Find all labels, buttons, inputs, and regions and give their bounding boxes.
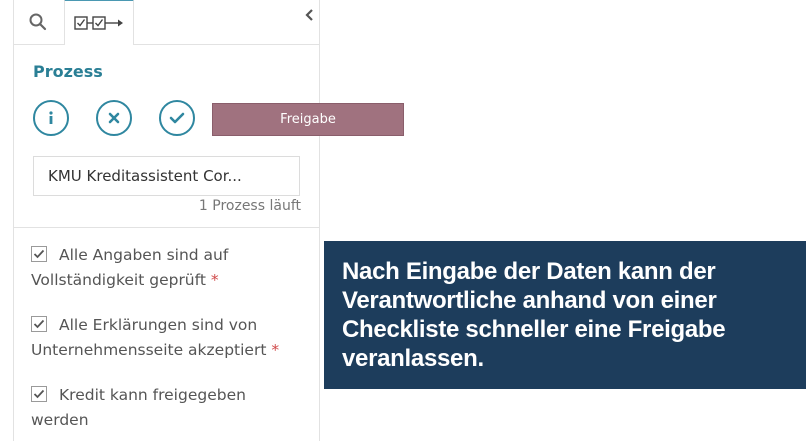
- checkmark-icon: [33, 389, 45, 399]
- checkmark-icon: [33, 319, 45, 329]
- checkbox[interactable]: [31, 316, 47, 332]
- checklist-item[interactable]: Alle Erklärungen sind von Unternehmensse…: [31, 313, 316, 363]
- checklist-label: Vollständigkeit geprüft: [31, 271, 206, 289]
- checkmark-icon: [33, 249, 45, 259]
- checklist-item[interactable]: Kredit kann freigegeben werden: [31, 383, 316, 433]
- checklist-label: Alle Angaben sind auf: [59, 246, 229, 264]
- checklist-label: werden: [31, 411, 89, 429]
- sidebar-tabbar: [14, 0, 319, 45]
- checklist-label: Unternehmensseite akzeptiert: [31, 341, 267, 359]
- check-icon: [169, 112, 185, 124]
- required-marker: *: [210, 271, 219, 289]
- chevron-left-icon: [305, 9, 313, 21]
- checkbox[interactable]: [31, 386, 47, 402]
- tab-process[interactable]: [64, 0, 134, 45]
- checkbox[interactable]: [31, 246, 47, 262]
- divider: [14, 227, 319, 228]
- process-checklist-icon: [74, 16, 123, 30]
- cancel-button[interactable]: [96, 100, 132, 136]
- section-title: Prozess: [33, 62, 103, 81]
- process-select[interactable]: KMU Kreditassistent Cor...: [33, 156, 300, 196]
- status-badge: Freigabe: [212, 103, 404, 136]
- tab-search[interactable]: [14, 0, 62, 44]
- confirm-button[interactable]: [159, 100, 195, 136]
- process-count: 1 Prozess läuft: [198, 198, 301, 214]
- required-marker: *: [271, 341, 280, 359]
- checklist-label: Alle Erklärungen sind von: [59, 316, 258, 334]
- search-icon: [29, 13, 47, 31]
- callout-box: Nach Eingabe der Daten kann der Verantwo…: [324, 241, 806, 389]
- info-button[interactable]: [33, 100, 69, 136]
- process-select-value: KMU Kreditassistent Cor...: [48, 167, 242, 185]
- process-sidebar: Prozess KMU Kreditassistent Cor... 1 Pro…: [13, 0, 320, 441]
- checklist-item[interactable]: Alle Angaben sind auf Vollständigkeit ge…: [31, 243, 316, 293]
- close-icon: [108, 112, 120, 124]
- info-icon: [49, 111, 53, 124]
- checklist-label: Kredit kann freigegeben: [59, 386, 246, 404]
- collapse-button[interactable]: [298, 6, 320, 24]
